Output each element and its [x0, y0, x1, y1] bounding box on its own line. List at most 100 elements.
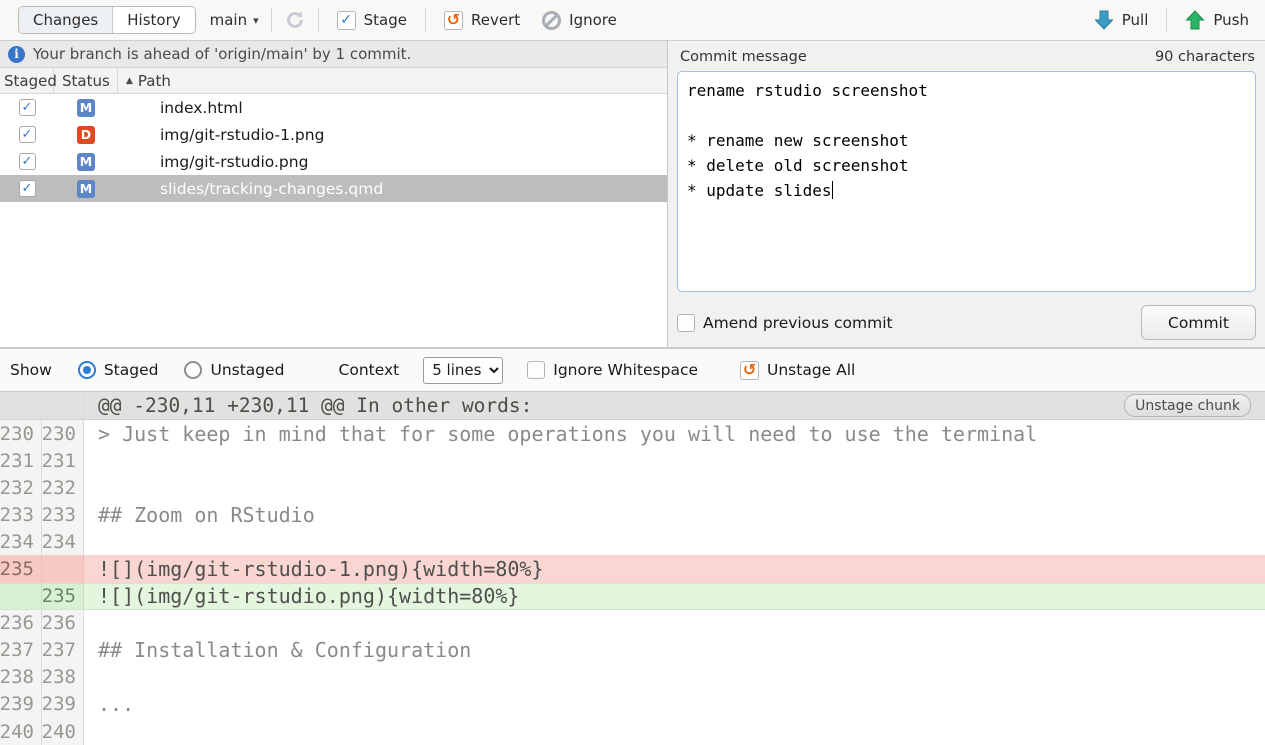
old-line-number: 233 [0, 501, 42, 528]
revert-icon: ↺ [444, 11, 463, 30]
stage-check-icon: ✓ [337, 11, 356, 30]
new-line-number: 239 [42, 691, 84, 718]
toolbar-divider [318, 8, 319, 32]
sort-ascending-icon: ▲ [126, 76, 133, 86]
info-icon: i [8, 46, 25, 63]
commit-label-row: Commit message 90 characters [677, 41, 1256, 71]
file-path: img/git-rstudio-1.png [118, 126, 667, 144]
branch-status-bar: i Your branch is ahead of 'origin/main' … [0, 41, 667, 68]
diff-line[interactable]: 237 237 ## Installation & Configuration [0, 637, 1265, 664]
unstage-all-button[interactable]: ↺ Unstage All [740, 361, 855, 380]
commit-button[interactable]: Commit [1141, 305, 1256, 340]
status-badge-modified: M [77, 180, 95, 198]
stage-label: Stage [364, 11, 407, 29]
file-row[interactable]: ✓ M img/git-rstudio.png [0, 148, 667, 175]
old-line-number: 231 [0, 447, 42, 474]
line-text [84, 664, 1265, 691]
tab-changes[interactable]: Changes [19, 7, 112, 33]
pull-label: Pull [1122, 11, 1149, 29]
chunk-header-text: @@ -230,11 +230,11 @@ In other words: [84, 394, 1124, 417]
new-line-number: 236 [42, 610, 84, 637]
new-line-number: 233 [42, 501, 84, 528]
pull-down-arrow-icon [1094, 9, 1114, 31]
line-text: > Just keep in mind that for some operat… [84, 420, 1265, 447]
diff-line[interactable]: 231 231 [0, 447, 1265, 474]
ignore-button[interactable]: Ignore [542, 11, 617, 30]
toolbar-divider [425, 8, 426, 32]
diff-line[interactable]: 238 238 [0, 664, 1265, 691]
commit-message-input[interactable]: rename rstudio screenshot * rename new s… [677, 71, 1256, 292]
line-text: ![](img/git-rstudio.png){width=80%} [84, 584, 1265, 609]
branch-name: main [210, 11, 247, 29]
file-row[interactable]: ✓ M index.html [0, 94, 667, 121]
pull-button[interactable]: Pull [1094, 9, 1149, 31]
line-text [84, 447, 1265, 474]
diff-line[interactable]: 234 234 [0, 528, 1265, 555]
line-text: ![](img/git-rstudio-1.png){width=80%} [84, 555, 1265, 582]
radio-staged[interactable]: Staged [78, 361, 159, 379]
diff-line[interactable]: 236 236 [0, 610, 1265, 637]
branch-selector[interactable]: main ▾ [210, 11, 259, 29]
diff-line[interactable]: 232 232 [0, 474, 1265, 501]
radio-selected-icon [78, 361, 96, 379]
text-cursor [832, 181, 833, 199]
commit-panel: Commit message 90 characters rename rstu… [668, 41, 1265, 347]
old-line-number: 238 [0, 664, 42, 691]
unstage-all-revert-icon: ↺ [740, 361, 759, 380]
old-line-number: 239 [0, 691, 42, 718]
push-button[interactable]: Push [1185, 9, 1249, 31]
line-text [84, 528, 1265, 555]
amend-label: Amend previous commit [703, 314, 893, 332]
diff-view: @@ -230,11 +230,11 @@ In other words: Un… [0, 392, 1265, 745]
diff-line[interactable]: 239 239 ... [0, 691, 1265, 718]
chevron-down-icon: ▾ [253, 14, 259, 27]
staged-checkbox[interactable]: ✓ [19, 99, 36, 116]
ignore-label: Ignore [569, 11, 617, 29]
diff-line[interactable]: 233 233 ## Zoom on RStudio [0, 501, 1265, 528]
column-header-status[interactable]: Status [54, 68, 118, 93]
old-line-number: 232 [0, 474, 42, 501]
file-table-header: Staged Status ▲ Path [0, 68, 667, 94]
main-toolbar: Changes History main ▾ ✓ Stage ↺ Revert … [0, 0, 1265, 41]
tab-history[interactable]: History [112, 7, 194, 33]
column-header-path[interactable]: ▲ Path [118, 68, 667, 93]
new-line-number: 238 [42, 664, 84, 691]
status-badge-modified: M [77, 99, 95, 117]
staged-checkbox[interactable]: ✓ [19, 126, 36, 143]
old-line-number: 234 [0, 528, 42, 555]
status-badge-deleted: D [77, 126, 95, 144]
line-text: ## Zoom on RStudio [84, 501, 1265, 528]
push-label: Push [1213, 11, 1249, 29]
column-header-staged[interactable]: Staged [0, 68, 54, 93]
radio-unstaged[interactable]: Unstaged [184, 361, 284, 379]
revert-button[interactable]: ↺ Revert [444, 11, 520, 30]
toolbar-divider [271, 8, 272, 32]
file-path: index.html [118, 99, 667, 117]
amend-previous-commit-checkbox[interactable]: Amend previous commit [677, 314, 893, 332]
checkbox-unchecked [677, 314, 695, 332]
character-count: 90 characters [1155, 49, 1255, 65]
file-path: img/git-rstudio.png [118, 153, 667, 171]
unstage-chunk-button[interactable]: Unstage chunk [1124, 394, 1251, 417]
show-label: Show [10, 361, 52, 379]
refresh-icon[interactable] [284, 9, 306, 31]
file-row[interactable]: ✓ D img/git-rstudio-1.png [0, 121, 667, 148]
context-lines-select[interactable]: 5 lines [423, 357, 503, 384]
checkbox-unchecked [527, 361, 545, 379]
line-text [84, 718, 1265, 745]
diff-line[interactable]: 230 230 > Just keep in mind that for som… [0, 420, 1265, 447]
new-line-number: 240 [42, 718, 84, 745]
diff-line[interactable]: 240 240 [0, 718, 1265, 745]
diff-line-deleted[interactable]: 235 ![](img/git-rstudio-1.png){width=80%… [0, 555, 1265, 582]
diff-line-added[interactable]: 235 ![](img/git-rstudio.png){width=80%} [0, 583, 1265, 610]
new-line-number: 231 [42, 447, 84, 474]
status-badge-modified: M [77, 153, 95, 171]
file-row-selected[interactable]: ✓ M slides/tracking-changes.qmd [0, 175, 667, 202]
ignore-whitespace-checkbox[interactable]: Ignore Whitespace [527, 361, 698, 379]
staged-checkbox[interactable]: ✓ [19, 180, 36, 197]
context-label: Context [339, 361, 400, 379]
stage-button[interactable]: ✓ Stage [337, 11, 407, 30]
file-path: slides/tracking-changes.qmd [118, 180, 667, 198]
staged-checkbox[interactable]: ✓ [19, 153, 36, 170]
gutter-new [42, 392, 84, 419]
